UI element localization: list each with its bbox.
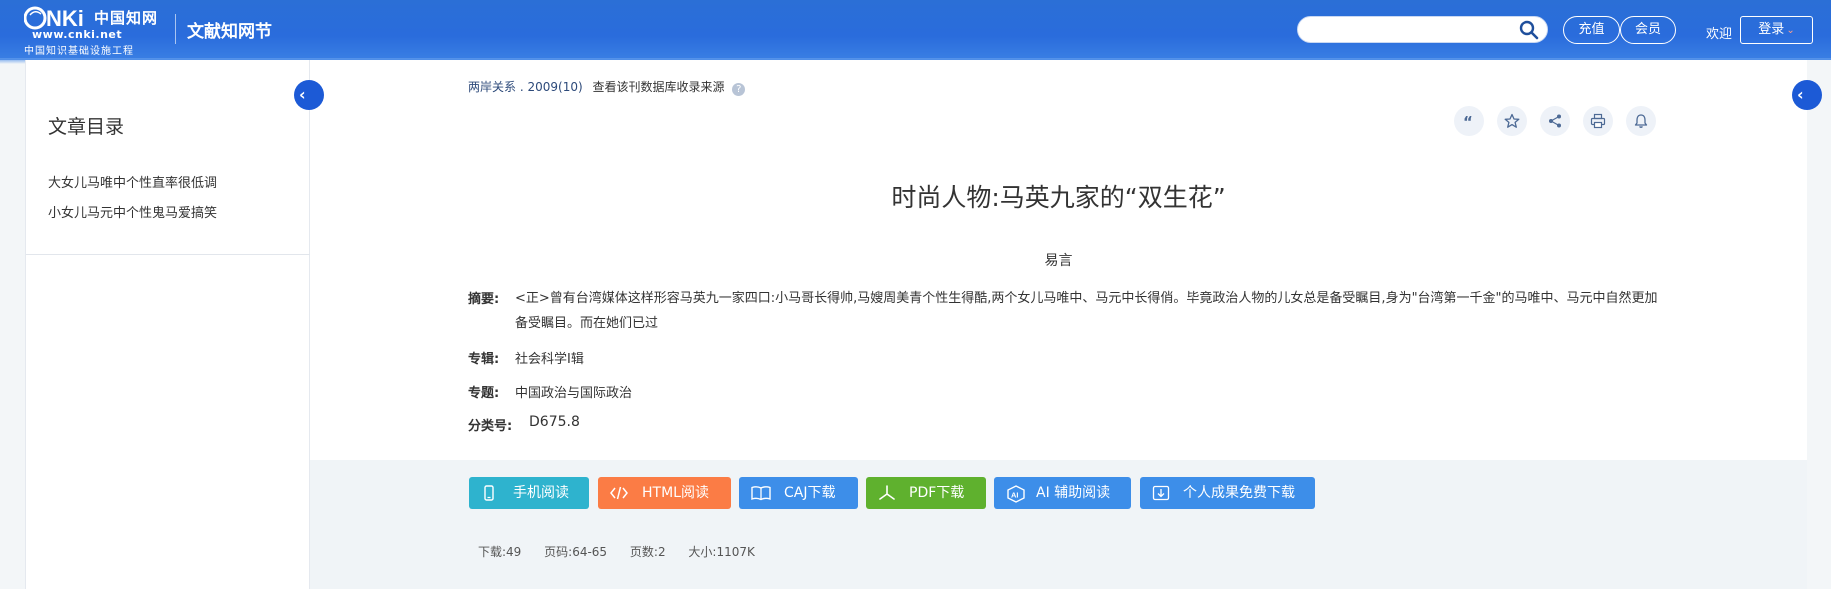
article-author[interactable]: 易言 xyxy=(310,250,1807,270)
logo-subtitle: 中国知识基础设施工程 xyxy=(24,46,134,57)
ai-icon: AI xyxy=(1007,485,1025,503)
toc-item[interactable]: 大女儿马唯中个性直率很低调 xyxy=(48,172,217,191)
recharge-button[interactable]: 充值 xyxy=(1563,16,1620,44)
chevron-down-icon: ⌄ xyxy=(1786,25,1795,36)
abstract-text: <正>曾有台湾媒体这样形容马英九一家四口:小马哥长得帅,马嫂周美青个性生得酷,两… xyxy=(515,291,1658,331)
page-count: 页数:2 xyxy=(629,545,666,559)
welcome-text: 欢迎 xyxy=(1706,27,1733,42)
download-icon xyxy=(1152,485,1170,501)
collapse-sidebar-button[interactable]: ‹ xyxy=(294,80,324,110)
toc-item[interactable]: 小女儿马元中个性鬼马爱搞笑 xyxy=(48,202,217,221)
pdf-download-label: PDF下载 xyxy=(909,485,965,501)
html-read-label: HTML阅读 xyxy=(642,485,709,501)
chevron-left-icon: ‹ xyxy=(299,85,306,104)
ai-read-button[interactable]: AI AI 辅助阅读 xyxy=(994,477,1131,509)
pdf-download-button[interactable]: PDF下载 xyxy=(866,477,986,509)
article-main: 两岸关系 . 2009(10) 查看该刊数据库收录来源 ? “ 时尚人物:马英九… xyxy=(310,60,1807,460)
member-button[interactable]: 会员 xyxy=(1620,16,1676,44)
free-download-button[interactable]: 个人成果免费下载 xyxy=(1140,477,1315,509)
print-icon[interactable] xyxy=(1583,106,1613,136)
svg-text:“: “ xyxy=(1463,113,1473,129)
help-icon[interactable]: ? xyxy=(732,83,746,96)
table-of-contents: 文章目录 大女儿马唯中个性直率很低调 小女儿马元中个性鬼马爱搞笑 xyxy=(26,60,311,255)
article-title: 时尚人物:马英九家的“双生花” xyxy=(891,183,1226,212)
logo-url: www.cnki.net xyxy=(32,28,123,41)
brand-subtitle: 文献知网节 xyxy=(187,22,272,42)
chevron-left-icon: ‹ xyxy=(1797,85,1804,104)
download-count: 下载:49 xyxy=(478,545,522,559)
caj-download-label: CAJ下载 xyxy=(784,485,836,501)
bell-icon[interactable] xyxy=(1626,106,1656,136)
free-download-label: 个人成果免费下载 xyxy=(1183,485,1295,501)
code-icon xyxy=(610,486,628,500)
collection-source-link[interactable]: 查看该刊数据库收录来源 xyxy=(592,80,724,94)
pdf-icon xyxy=(879,485,895,500)
topic-label: 专题: xyxy=(468,386,500,401)
abstract-label: 摘要: xyxy=(468,292,500,307)
class-number-label: 分类号: xyxy=(468,419,513,434)
toc-title: 文章目录 xyxy=(48,116,125,138)
book-icon xyxy=(751,486,771,501)
collection-label: 专辑: xyxy=(468,352,500,367)
svg-text:AI: AI xyxy=(1011,491,1019,500)
caj-download-button[interactable]: CAJ下载 xyxy=(739,477,858,509)
login-label: 登录 xyxy=(1758,22,1785,37)
mobile-read-button[interactable]: 手机阅读 xyxy=(469,477,589,509)
share-icon[interactable] xyxy=(1540,106,1570,136)
topic-value: 中国政治与国际政治 xyxy=(515,386,633,401)
search-icon[interactable] xyxy=(1519,20,1539,40)
file-size: 大小:1107K xyxy=(688,545,755,559)
search-input[interactable] xyxy=(1297,16,1548,43)
right-margin xyxy=(1807,60,1831,589)
left-sidebar: 文章目录 大女儿马唯中个性直率很低调 小女儿马元中个性鬼马爱搞笑 xyxy=(25,60,311,589)
journal-link[interactable]: 两岸关系 xyxy=(468,80,516,94)
login-button[interactable]: 登录 ⌄ xyxy=(1740,16,1813,44)
phone-icon xyxy=(484,485,494,501)
class-number-value: D675.8 xyxy=(529,414,580,430)
html-read-button[interactable]: HTML阅读 xyxy=(598,477,731,509)
quote-icon[interactable]: “ xyxy=(1454,106,1484,136)
cnki-logo[interactable]: NKi 中国知网 www.cnki.net 中国知识基础设施工程 xyxy=(24,5,174,57)
download-actions: 手机阅读 HTML阅读 CAJ下载 PDF下载 AI AI 辅助阅读 个人成果免… xyxy=(310,460,1807,589)
top-header: NKi 中国知网 www.cnki.net 中国知识基础设施工程 文献知网节 充… xyxy=(0,0,1831,64)
collection-value: 社会科学Ⅰ辑 xyxy=(515,352,584,367)
page-range: 页码:64-65 xyxy=(544,545,608,559)
journal-issue[interactable]: . 2009(10) xyxy=(520,80,583,94)
header-divider xyxy=(175,14,176,44)
source-info: 两岸关系 . 2009(10) 查看该刊数据库收录来源 ? xyxy=(468,78,746,96)
logo-title: 中国知网 xyxy=(94,9,159,27)
article-stats: 下载:49 页码:64-65 页数:2 大小:1107K xyxy=(478,543,774,560)
collapse-right-panel-button[interactable]: ‹ xyxy=(1792,80,1822,110)
ai-read-label: AI 辅助阅读 xyxy=(1036,485,1111,501)
mobile-read-label: 手机阅读 xyxy=(513,485,569,501)
star-icon[interactable] xyxy=(1497,106,1527,136)
